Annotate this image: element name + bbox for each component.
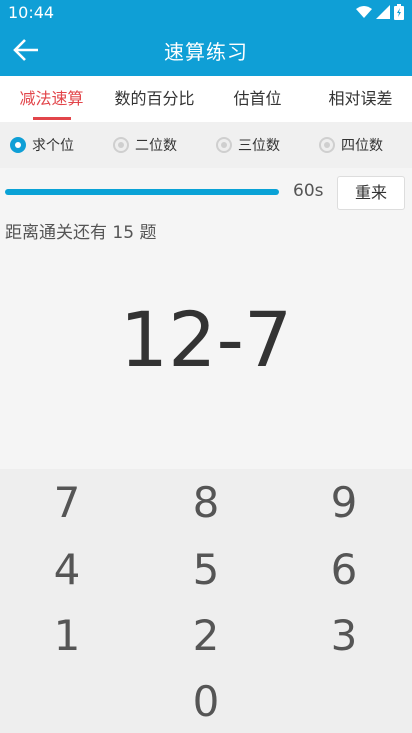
remaining-questions-text: 距离通关还有 15 题	[5, 223, 157, 243]
app-bar: 速算练习	[0, 24, 412, 76]
timer-label: 60s	[293, 181, 324, 201]
key-7[interactable]: 7	[17, 473, 117, 533]
radio-two-digit[interactable]: 二位数	[103, 135, 206, 155]
radio-four-digit[interactable]: 四位数	[309, 135, 412, 155]
key-9[interactable]: 9	[294, 473, 394, 533]
tab-bar: 减法速算 数的百分比 估首位 相对误差	[0, 76, 412, 122]
mode-radio-group: 求个位 二位数 三位数 四位数	[0, 122, 412, 168]
key-6[interactable]: 6	[294, 540, 394, 600]
key-8[interactable]: 8	[156, 473, 256, 533]
radio-label: 二位数	[135, 138, 177, 154]
radio-label: 四位数	[341, 138, 383, 154]
signal-icon	[376, 5, 390, 19]
back-button[interactable]	[10, 34, 42, 66]
question-display: 12-7	[119, 295, 293, 384]
key-1[interactable]: 1	[17, 606, 117, 666]
radio-unchecked-icon	[319, 137, 335, 153]
tab-percentage[interactable]: 数的百分比	[103, 76, 206, 122]
radio-label: 三位数	[238, 138, 280, 154]
key-0[interactable]: 0	[156, 672, 256, 732]
radio-ones-digit[interactable]: 求个位	[0, 135, 103, 155]
status-bar: 10:44	[0, 0, 412, 24]
page-title: 速算练习	[164, 39, 248, 64]
number-keypad: 7 8 9 4 5 6 1 2 3 0	[0, 469, 412, 733]
status-icons	[356, 4, 404, 20]
time-progress-bar	[5, 189, 279, 195]
tab-relative-error[interactable]: 相对误差	[309, 76, 412, 122]
key-5[interactable]: 5	[156, 540, 256, 600]
battery-icon	[394, 4, 404, 20]
radio-label: 求个位	[32, 138, 74, 154]
status-time: 10:44	[8, 2, 55, 22]
tab-estimate-first-digit[interactable]: 估首位	[206, 76, 309, 122]
tab-subtraction[interactable]: 减法速算	[0, 76, 103, 122]
arrow-left-icon	[13, 39, 38, 61]
radio-unchecked-icon	[113, 137, 129, 153]
radio-unchecked-icon	[216, 137, 232, 153]
key-3[interactable]: 3	[294, 606, 394, 666]
restart-button[interactable]: 重来	[337, 176, 405, 210]
radio-three-digit[interactable]: 三位数	[206, 135, 309, 155]
key-4[interactable]: 4	[17, 540, 117, 600]
radio-checked-icon	[10, 137, 26, 153]
wifi-icon	[356, 6, 372, 18]
key-2[interactable]: 2	[156, 606, 256, 666]
